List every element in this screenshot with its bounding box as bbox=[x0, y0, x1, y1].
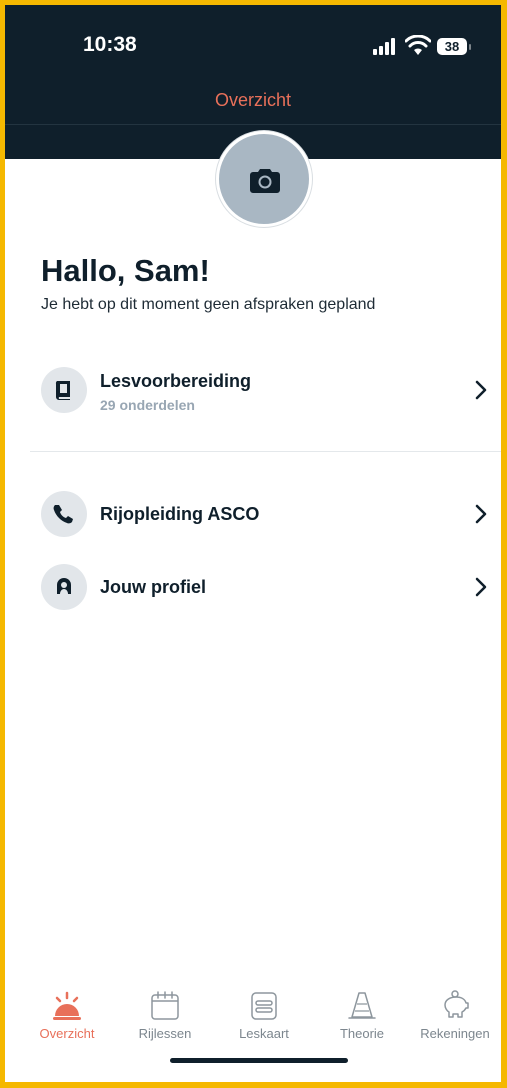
header-divider bbox=[5, 124, 501, 125]
menu-item-sublabel: 29 onderdelen bbox=[100, 397, 195, 413]
battery-icon: 38 bbox=[437, 38, 467, 55]
tab-label: Theorie bbox=[339, 1026, 385, 1041]
chevron-right-icon bbox=[475, 380, 487, 400]
tab-label: Rijlessen bbox=[138, 1026, 192, 1041]
menu-item-label: Rijopleiding ASCO bbox=[100, 504, 260, 524]
menu-item-lesvoorbereiding[interactable]: Lesvoorbereiding 29 onderdelen bbox=[41, 367, 501, 419]
cone-icon bbox=[348, 992, 376, 1019]
row-icon-circle bbox=[41, 564, 87, 610]
tab-label: Leskaart bbox=[239, 1026, 289, 1041]
camera-icon bbox=[250, 169, 280, 193]
page-title: Overzicht bbox=[214, 90, 292, 110]
calendar-icon bbox=[151, 991, 179, 1020]
row-icon-circle bbox=[41, 367, 87, 413]
signal-icon bbox=[373, 37, 399, 55]
tab-overzicht[interactable]: Overzicht bbox=[22, 990, 112, 1041]
status-icons: 38 bbox=[373, 35, 473, 59]
chevron-right-icon bbox=[475, 577, 487, 597]
tab-theorie[interactable]: Theorie bbox=[317, 990, 407, 1041]
tab-label: Overzicht bbox=[39, 1026, 95, 1041]
menu-item-profiel[interactable]: Jouw profiel bbox=[41, 564, 501, 616]
tab-rekeningen[interactable]: Rekeningen bbox=[410, 990, 500, 1041]
tab-leskaart[interactable]: Leskaart bbox=[219, 990, 309, 1041]
status-time: 10:38 bbox=[83, 33, 137, 56]
person-icon bbox=[57, 578, 71, 594]
chevron-right-icon bbox=[475, 504, 487, 524]
home-indicator[interactable] bbox=[170, 1058, 348, 1063]
section-divider bbox=[30, 451, 501, 452]
menu-item-label: Lesvoorbereiding bbox=[100, 371, 252, 391]
piggy-bank-icon bbox=[444, 990, 469, 1018]
phone-icon bbox=[53, 505, 73, 524]
menu-item-label: Jouw profiel bbox=[100, 577, 207, 597]
appointments-status: Je hebt op dit moment geen afspraken gep… bbox=[41, 296, 376, 313]
tab-rijlessen[interactable]: Rijlessen bbox=[120, 990, 210, 1041]
menu-item-rijopleiding[interactable]: Rijopleiding ASCO bbox=[41, 491, 501, 543]
card-icon bbox=[251, 992, 277, 1020]
book-icon bbox=[55, 381, 70, 400]
sunrise-icon bbox=[53, 991, 81, 1020]
battery-tip bbox=[469, 44, 471, 50]
wifi-icon bbox=[405, 35, 431, 55]
app-screen: 10:38 38 Overzicht Hallo, Sam! Je hebt o… bbox=[5, 5, 501, 1082]
tab-label: Rekeningen bbox=[420, 1026, 490, 1041]
avatar-upload-button[interactable] bbox=[216, 131, 312, 227]
row-icon-circle bbox=[41, 491, 87, 537]
tab-bar: Overzicht Rijlessen Leskaart Theorie Rek… bbox=[5, 990, 501, 1060]
greeting-heading: Hallo, Sam! bbox=[41, 253, 210, 288]
